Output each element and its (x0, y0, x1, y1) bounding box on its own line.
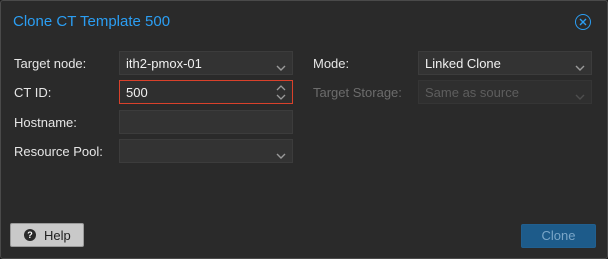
chevron-down-icon[interactable] (276, 148, 286, 163)
dialog-titlebar: Clone CT Template 500 (1, 1, 607, 43)
ct-id-value: 500 (126, 85, 148, 100)
mode-label: Mode: (313, 56, 350, 71)
mode-select[interactable]: Linked Clone (418, 51, 592, 75)
target-node-value: ith2-pmox-01 (126, 56, 202, 71)
target-storage-value: Same as source (425, 85, 519, 100)
ct-id-label: CT ID: (14, 85, 52, 100)
help-button-label: Help (44, 228, 71, 243)
clone-dialog: Clone CT Template 500 Target node: ith2-… (0, 0, 608, 259)
resource-pool-label: Resource Pool: (14, 144, 103, 159)
close-icon[interactable] (575, 14, 591, 30)
help-button[interactable]: ? Help (10, 223, 84, 247)
hostname-label: Hostname: (14, 115, 77, 130)
chevron-down-icon[interactable] (276, 60, 286, 75)
chevron-down-icon[interactable] (575, 60, 585, 75)
mode-value: Linked Clone (425, 56, 501, 71)
target-node-select[interactable]: ith2-pmox-01 (119, 51, 293, 75)
spinner-arrows-icon[interactable] (276, 85, 286, 103)
dialog-title: Clone CT Template 500 (13, 13, 171, 30)
question-circle-icon: ? (24, 229, 36, 241)
hostname-input[interactable] (119, 110, 293, 134)
chevron-down-icon (575, 89, 585, 104)
clone-button[interactable]: Clone (521, 224, 596, 248)
target-storage-select: Same as source (418, 80, 592, 104)
resource-pool-select[interactable] (119, 139, 293, 163)
target-node-label: Target node: (14, 56, 87, 71)
target-storage-label: Target Storage: (313, 85, 402, 100)
ct-id-input[interactable]: 500 (119, 80, 293, 104)
